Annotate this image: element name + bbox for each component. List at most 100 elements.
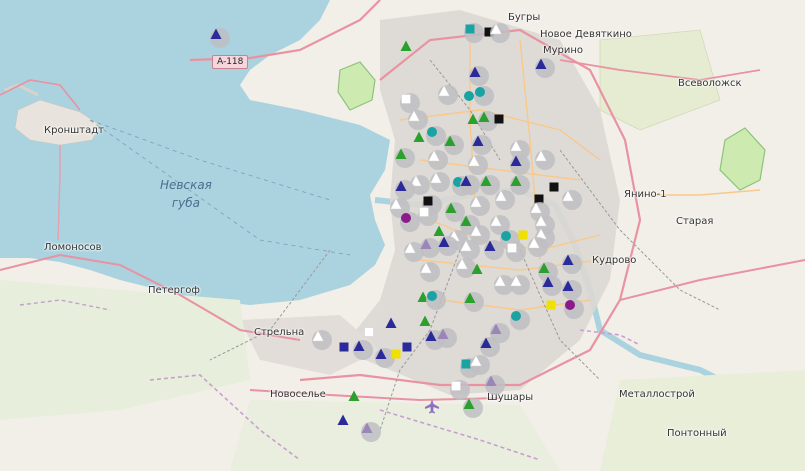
poi-marker[interactable] [438,85,458,105]
poi-marker[interactable] [390,348,404,362]
triangle-marker-icon [490,23,502,35]
poi-marker[interactable] [395,148,415,168]
poi-marker[interactable] [545,299,559,313]
poi-marker[interactable] [542,276,562,296]
forest-se [600,370,805,471]
poi-marker[interactable] [472,135,492,155]
triangle-marker-icon [470,225,482,237]
gulf-water [0,0,390,305]
triangle-marker-icon [472,135,484,146]
poi-marker[interactable] [337,414,351,428]
triangle-marker-icon [437,328,449,339]
poi-marker[interactable] [562,280,582,300]
poi-marker[interactable] [562,190,582,210]
triangle-marker-icon [478,111,490,122]
poi-marker[interactable] [493,113,507,127]
poi-marker[interactable] [470,355,490,375]
circle-marker-icon [401,213,411,223]
triangle-marker-icon [425,330,437,341]
poi-marker[interactable] [420,238,440,258]
poi-marker[interactable] [474,86,494,106]
poi-marker[interactable] [535,150,555,170]
poi-marker[interactable] [400,40,414,54]
poi-marker[interactable] [528,237,548,257]
poi-marker[interactable] [438,236,458,256]
poi-marker[interactable] [510,310,530,330]
poi-marker[interactable] [408,110,428,130]
triangle-marker-icon [480,175,492,186]
poi-marker[interactable] [430,172,450,192]
poi-marker[interactable] [506,242,526,262]
circle-marker-icon [427,127,437,137]
poi-marker[interactable] [361,422,381,442]
poi-marker[interactable] [490,23,510,43]
poi-marker[interactable] [428,150,448,170]
triangle-marker-icon [562,280,574,291]
poi-marker[interactable] [464,23,484,43]
poi-marker[interactable] [348,390,362,404]
triangle-marker-icon [510,175,522,186]
poi-marker[interactable] [471,263,485,277]
poi-marker[interactable] [353,340,373,360]
triangle-marker-icon [495,190,507,202]
poi-marker[interactable] [468,155,488,175]
triangle-marker-icon [494,275,506,287]
poi-marker[interactable] [548,181,562,195]
poi-marker[interactable] [510,175,530,195]
poi-marker[interactable] [210,28,230,48]
triangle-marker-icon [404,242,416,254]
poi-marker[interactable] [338,341,352,355]
poi-marker[interactable] [484,240,504,260]
poi-marker[interactable] [413,131,427,145]
poi-marker[interactable] [535,58,555,78]
poi-marker[interactable] [510,155,530,175]
triangle-marker-icon [361,422,373,433]
circle-marker-icon [427,291,437,301]
poi-marker[interactable] [363,326,377,340]
poi-marker[interactable] [385,317,399,331]
triangle-marker-icon [430,172,442,184]
circle-marker-icon [565,300,575,310]
poi-marker[interactable] [312,330,332,350]
triangle-marker-icon [471,263,483,274]
map-canvas[interactable]: Невская губа A-118 Бугры Новое Девяткино… [0,0,805,471]
circle-marker-icon [475,87,485,97]
poi-marker[interactable] [444,135,464,155]
poi-marker[interactable] [495,190,515,210]
poi-marker[interactable] [562,254,582,274]
poi-marker[interactable] [426,126,446,146]
triangle-marker-icon [438,236,450,247]
poi-marker[interactable] [470,196,490,216]
triangle-marker-icon [510,140,522,152]
triangle-marker-icon [420,238,432,249]
triangle-marker-icon [528,237,540,249]
water-label: Невская губа [160,178,212,210]
poi-marker[interactable] [480,337,500,357]
poi-marker[interactable] [469,66,489,86]
triangle-marker-icon [428,150,440,162]
triangle-marker-icon [438,85,450,97]
poi-marker[interactable] [418,206,438,226]
poi-marker[interactable] [395,180,415,200]
triangle-marker-icon [460,240,472,252]
poi-marker[interactable] [460,240,480,260]
poi-marker[interactable] [510,275,530,295]
poi-marker[interactable] [400,212,420,232]
triangle-marker-icon [464,292,476,303]
triangle-marker-icon [510,275,522,287]
square-marker-icon [401,94,411,104]
poi-marker[interactable] [564,299,584,319]
poi-marker[interactable] [419,315,433,329]
poi-marker[interactable] [463,398,483,418]
triangle-marker-icon [210,28,222,39]
triangle-marker-icon [535,150,547,162]
poi-marker[interactable] [437,328,457,348]
triangle-marker-icon [445,202,457,213]
poi-marker[interactable] [460,175,480,195]
poi-marker[interactable] [464,292,484,312]
poi-marker[interactable] [485,375,505,395]
poi-marker[interactable] [426,290,446,310]
triangle-marker-icon [375,348,387,359]
poi-marker[interactable] [420,262,440,282]
poi-marker[interactable] [450,380,470,400]
